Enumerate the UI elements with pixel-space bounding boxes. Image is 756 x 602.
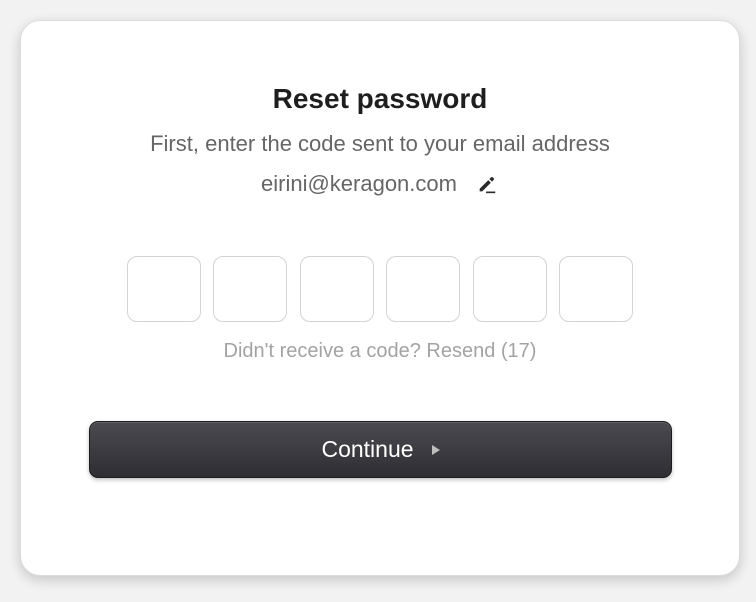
play-arrow-icon (431, 444, 440, 455)
edit-email-button[interactable] (475, 172, 499, 196)
email-row: eirini@keragon.com (21, 171, 739, 197)
code-digit-3[interactable] (299, 256, 374, 322)
code-digit-2[interactable] (213, 256, 288, 322)
resend-link-label: Resend (426, 340, 496, 362)
resend-prompt: Didn't receive a code? (223, 340, 421, 362)
continue-button-label: Continue (321, 436, 414, 462)
email-address: eirini@keragon.com (261, 171, 457, 196)
resend-row: Didn't receive a code? Resend (17) (21, 340, 739, 363)
pencil-edit-icon (479, 176, 496, 194)
instruction-text: First, enter the code sent to your email… (150, 131, 610, 156)
code-digit-1[interactable] (127, 256, 201, 322)
resend-countdown: (17) (500, 340, 537, 362)
code-digit-6[interactable] (558, 256, 633, 322)
verification-code-inputs (127, 256, 633, 322)
page-title: Reset password (272, 83, 488, 114)
code-digit-5[interactable] (472, 256, 547, 322)
reset-password-card: Reset password First, enter the code sen… (20, 20, 740, 576)
resend-link[interactable]: Resend (17) (426, 340, 536, 362)
continue-button[interactable]: Continue (89, 421, 672, 478)
code-digit-4[interactable] (386, 256, 461, 322)
